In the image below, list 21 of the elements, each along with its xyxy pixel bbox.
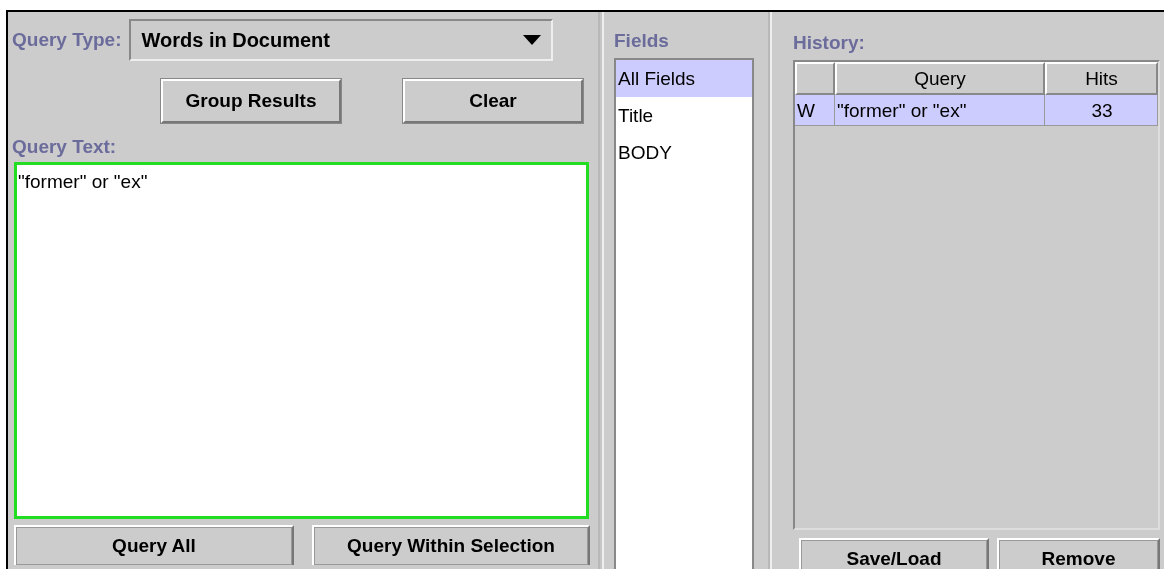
table-cell: "former" or "ex" [835, 95, 1045, 126]
history-button[interactable]: Save/Load [799, 538, 989, 569]
column-header[interactable] [795, 62, 835, 95]
query-type-dropdown[interactable]: Words in Document [129, 19, 554, 61]
dropdown-arrow-icon [523, 35, 542, 45]
query-button[interactable]: Query Within Selection [312, 525, 590, 565]
history-button[interactable]: Remove [997, 538, 1160, 569]
fields-label: Fields [614, 30, 670, 52]
table-cell: W [795, 95, 835, 126]
query-text-field[interactable]: "former" or "ex" [14, 162, 589, 519]
history-label: History: [793, 32, 866, 54]
history-row[interactable]: W "former" or "ex" 33 [795, 95, 1158, 126]
table-cell: 33 [1045, 95, 1158, 126]
query-type-label: Query Type: [12, 29, 122, 51]
column-header[interactable]: Hits [1045, 62, 1158, 95]
query-button[interactable]: Query All [14, 525, 294, 565]
column-header[interactable]: Query [835, 62, 1045, 95]
toolbar-button[interactable]: Group Results [161, 79, 341, 123]
query-text-label: Query Text: [12, 136, 117, 157]
toolbar-button[interactable]: Clear [403, 79, 583, 123]
fields-list-item[interactable]: All Fields [616, 60, 752, 97]
